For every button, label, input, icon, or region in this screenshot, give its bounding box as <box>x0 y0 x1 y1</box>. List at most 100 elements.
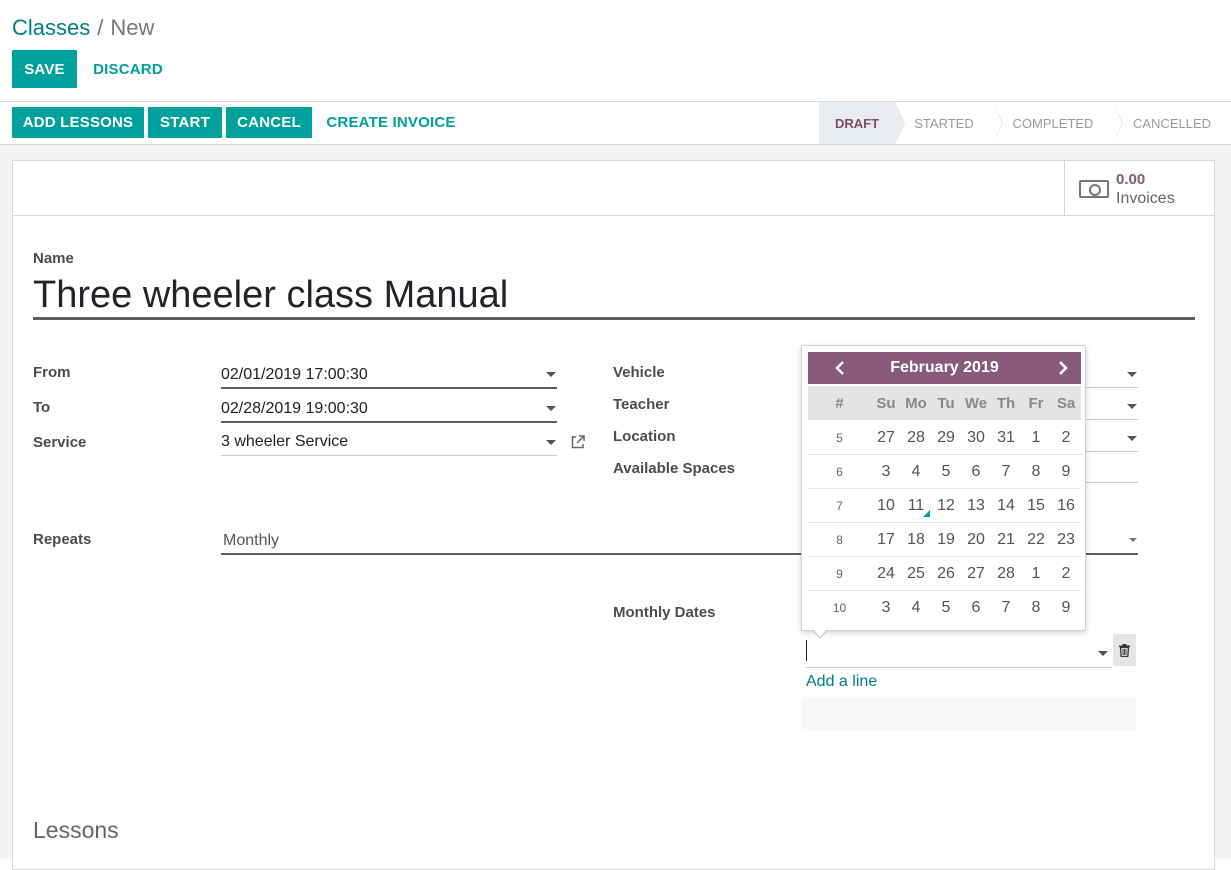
day-number: 26 <box>937 564 955 582</box>
day-cell[interactable]: 7 <box>991 455 1021 488</box>
day-number: 14 <box>997 496 1015 514</box>
day-cell[interactable]: 5 <box>931 455 961 488</box>
day-cell[interactable]: 9 <box>1051 591 1081 625</box>
day-cell[interactable]: 31 <box>991 421 1021 454</box>
day-cell[interactable]: 16 <box>1051 489 1081 522</box>
day-cell[interactable]: 1 <box>1021 421 1051 454</box>
day-cell[interactable]: 24 <box>871 557 901 590</box>
stage-started-label: STARTED <box>914 115 974 131</box>
datepicker-month-title[interactable]: February 2019 <box>808 352 1081 384</box>
day-cell[interactable]: 19 <box>931 523 961 556</box>
to-caret-down-icon[interactable] <box>546 406 556 411</box>
external-link-icon[interactable] <box>570 434 586 450</box>
day-cell[interactable]: 13 <box>961 489 991 522</box>
invoices-stat-button[interactable]: 0.00 Invoices <box>1064 161 1214 215</box>
stage-started[interactable]: STARTED <box>895 102 1003 144</box>
day-cell[interactable]: 4 <box>901 455 931 488</box>
day-cell[interactable]: 26 <box>931 557 961 590</box>
location-field[interactable] <box>1086 424 1138 452</box>
day-cell[interactable]: 21 <box>991 523 1021 556</box>
day-number: 1 <box>1031 564 1041 582</box>
day-cell[interactable]: 4 <box>901 591 931 625</box>
day-cell[interactable]: 27 <box>871 421 901 454</box>
day-cell[interactable]: 8 <box>1021 591 1051 625</box>
to-datetime-field[interactable]: 02/28/2019 19:00:30 <box>221 395 557 423</box>
day-number: 19 <box>937 530 955 548</box>
discard-button[interactable]: DISCARD <box>87 50 169 88</box>
day-cell[interactable]: 28 <box>901 421 931 454</box>
day-cell[interactable]: 2 <box>1051 557 1081 590</box>
day-cell[interactable]: 5 <box>931 591 961 625</box>
day-cell[interactable]: 11 <box>901 489 931 522</box>
delete-line-button[interactable] <box>1113 634 1136 666</box>
day-cell[interactable]: 7 <box>991 591 1021 625</box>
repeats-caret-down-icon[interactable] <box>1129 538 1137 542</box>
monthly-date-caret-down-icon[interactable] <box>1098 651 1108 656</box>
day-cell[interactable]: 10 <box>871 489 901 522</box>
add-a-line-link[interactable]: Add a line <box>806 673 877 691</box>
day-cell[interactable]: 14 <box>991 489 1021 522</box>
day-cell[interactable]: 28 <box>991 557 1021 590</box>
stage-draft[interactable]: DRAFT <box>819 102 905 144</box>
week-number: 9 <box>836 566 843 581</box>
day-cell[interactable]: 27 <box>961 557 991 590</box>
day-cell[interactable]: 29 <box>931 421 961 454</box>
button-box <box>12 160 1215 216</box>
start-button[interactable]: START <box>148 107 222 138</box>
day-cell[interactable]: 23 <box>1051 523 1081 556</box>
breadcrumb: Classes / New <box>12 14 154 42</box>
day-cell[interactable]: 12 <box>931 489 961 522</box>
day-cell[interactable]: 1 <box>1021 557 1051 590</box>
datepicker-header: February 2019 <box>808 352 1081 384</box>
stage-completed[interactable]: COMPLETED <box>993 102 1123 144</box>
day-cell[interactable]: 15 <box>1021 489 1051 522</box>
service-field[interactable]: 3 wheeler Service <box>221 428 557 456</box>
day-cell[interactable]: 3 <box>871 591 901 625</box>
service-caret-down-icon[interactable] <box>546 440 556 445</box>
name-input[interactable]: Three wheeler class Manual <box>33 272 1195 320</box>
day-cell[interactable]: 3 <box>871 455 901 488</box>
teacher-caret-down-icon[interactable] <box>1127 404 1137 409</box>
day-cell[interactable]: 6 <box>961 455 991 488</box>
day-cell[interactable]: 18 <box>901 523 931 556</box>
trash-icon <box>1119 643 1130 657</box>
day-cell[interactable]: 30 <box>961 421 991 454</box>
next-month-button[interactable] <box>1049 352 1079 384</box>
day-cell[interactable]: 22 <box>1021 523 1051 556</box>
location-caret-down-icon[interactable] <box>1127 436 1137 441</box>
repeats-value: Monthly <box>223 532 280 549</box>
day-number: 10 <box>877 496 895 514</box>
day-cell[interactable]: 8 <box>1021 455 1051 488</box>
day-cell[interactable]: 6 <box>961 591 991 625</box>
from-caret-down-icon[interactable] <box>546 372 556 377</box>
vehicle-field[interactable] <box>1086 360 1138 388</box>
day-number: 2 <box>1061 428 1071 446</box>
day-cell[interactable]: 2 <box>1051 421 1081 454</box>
save-button[interactable]: SAVE <box>12 50 77 88</box>
day-number: 4 <box>911 599 921 616</box>
to-label: To <box>33 399 51 416</box>
add-lessons-button[interactable]: ADD LESSONS <box>12 107 144 138</box>
available-spaces-field[interactable] <box>1086 455 1138 483</box>
from-datetime-field[interactable]: 02/01/2019 17:00:30 <box>221 361 557 389</box>
breadcrumb-classes-link[interactable]: Classes <box>12 15 90 40</box>
repeats-label: Repeats <box>33 531 92 548</box>
datepicker-week-row: 10 3 4 5 6 7 8 9 <box>808 591 1081 625</box>
day-cell[interactable]: 9 <box>1051 455 1081 488</box>
create-invoice-button[interactable]: CREATE INVOICE <box>318 107 464 138</box>
day-cell[interactable]: 25 <box>901 557 931 590</box>
lessons-section-title: Lessons <box>33 817 119 843</box>
vehicle-caret-down-icon[interactable] <box>1127 372 1137 377</box>
day-cell[interactable]: 17 <box>871 523 901 556</box>
teacher-field[interactable] <box>1086 392 1138 420</box>
name-label: Name <box>33 250 74 267</box>
datepicker-pointer-inner <box>813 629 827 637</box>
day-cell[interactable]: 20 <box>961 523 991 556</box>
cancel-button[interactable]: CANCEL <box>226 107 312 138</box>
datepicker-week-row: 8 17 18 19 20 21 22 23 <box>808 523 1081 557</box>
stage-cancelled[interactable]: CANCELLED <box>1113 102 1231 144</box>
day-number: 6 <box>971 462 981 480</box>
stage-completed-label: COMPLETED <box>1012 115 1094 131</box>
service-label: Service <box>33 434 87 451</box>
monthly-date-input[interactable] <box>806 637 1112 668</box>
